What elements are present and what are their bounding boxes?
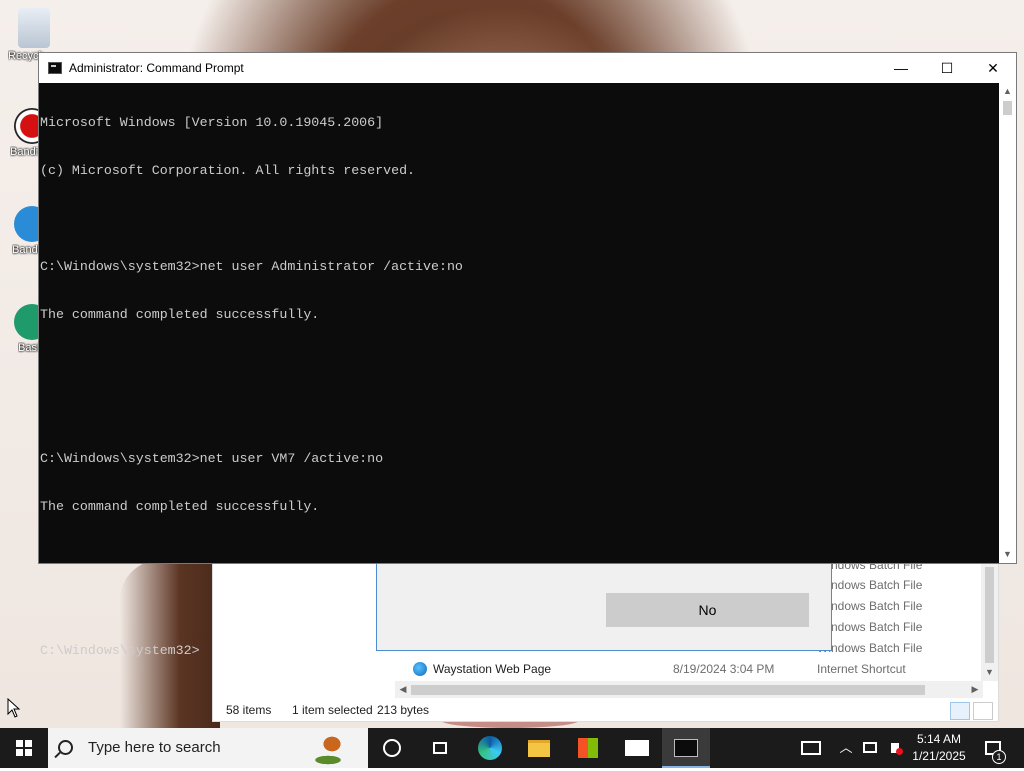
- console-line: Microsoft Windows [Version 10.0.19045.20…: [40, 115, 384, 130]
- details-view-icon[interactable]: [950, 702, 970, 720]
- clock-date: 1/21/2025: [912, 749, 966, 763]
- console-prompt: C:\Windows\system32>: [40, 643, 200, 658]
- search-highlight-squirrel-icon: [292, 730, 364, 766]
- desktop-icon-bandicut[interactable]: Bandicut: [0, 206, 50, 256]
- recycle-bin-icon: [18, 8, 50, 48]
- status-item-count: 58 items: [226, 703, 272, 717]
- cmd-app-icon: [48, 62, 62, 74]
- file-explorer-button[interactable]: [515, 728, 563, 768]
- clock-time: 5:14 AM: [916, 732, 962, 746]
- scroll-down-arrow-icon[interactable]: ▼: [999, 546, 1016, 563]
- console-line: The command completed successfully.: [40, 499, 320, 514]
- notification-center-button[interactable]: 1: [978, 728, 1008, 768]
- show-hidden-icons-button[interactable]: ︿: [836, 728, 856, 768]
- file-explorer-icon: [528, 739, 550, 757]
- console-line: (c) Microsoft Corporation. All rights re…: [40, 163, 416, 178]
- cmd-icon: [674, 739, 698, 757]
- desktop-icon-basic[interactable]: Basic: [0, 304, 50, 354]
- edge-button[interactable]: [466, 728, 514, 768]
- scroll-up-arrow-icon[interactable]: ▲: [999, 83, 1016, 100]
- mail-button[interactable]: [613, 728, 661, 768]
- close-button[interactable]: ✕: [970, 53, 1016, 83]
- network-button[interactable]: [860, 728, 880, 768]
- store-button[interactable]: [564, 728, 612, 768]
- status-selection: 1 item selected: [292, 703, 373, 717]
- mouse-cursor-icon: [7, 698, 21, 718]
- chevron-up-icon: ︿: [839, 740, 853, 755]
- mail-icon: [625, 740, 649, 756]
- edge-icon: [478, 736, 502, 760]
- task-view-button[interactable]: [416, 728, 464, 768]
- start-button[interactable]: [0, 728, 48, 768]
- taskbar: Type here to search ︿ 5:14 AM 1/21/2025 …: [0, 728, 1024, 768]
- maximize-icon: ☐: [940, 60, 954, 76]
- minimize-button[interactable]: —: [878, 53, 924, 83]
- console-output[interactable]: Microsoft Windows [Version 10.0.19045.20…: [39, 83, 1000, 658]
- notification-count-badge: 1: [992, 750, 1006, 764]
- large-icons-view-icon[interactable]: [973, 702, 993, 720]
- search-placeholder: Type here to search: [88, 739, 221, 756]
- desktop-icon-label: Bandicut: [12, 244, 38, 256]
- desktop-icon-label: Basic: [18, 342, 38, 354]
- volume-button[interactable]: [884, 728, 906, 768]
- store-icon: [578, 738, 598, 758]
- task-view-icon: [433, 742, 447, 754]
- system-clock[interactable]: 5:14 AM 1/21/2025: [906, 731, 972, 765]
- command-prompt-window: Administrator: Command Prompt — ☐ ✕ Micr…: [38, 52, 1017, 658]
- search-box[interactable]: Type here to search: [48, 728, 368, 768]
- status-bar: 58 items 1 item selected 213 bytes: [213, 700, 998, 720]
- desktop-icon-label: Bandicam: [10, 146, 38, 158]
- cmd-taskbar-button[interactable]: [662, 728, 710, 768]
- console-scrollbar[interactable]: ▲ ▼: [999, 83, 1016, 563]
- console-line: C:\Windows\system32>net user VM7 /active…: [40, 451, 384, 466]
- cortana-button[interactable]: [368, 728, 416, 768]
- news-icon: [801, 741, 821, 755]
- close-icon: ✕: [987, 60, 999, 76]
- news-widget-button[interactable]: [796, 728, 826, 768]
- console-line: C:\Windows\system32>net user Administrat…: [40, 259, 463, 274]
- network-icon: [863, 742, 877, 753]
- desktop-icon-bandicam[interactable]: Bandicam: [0, 108, 50, 158]
- window-title: Administrator: Command Prompt: [69, 61, 244, 75]
- mute-badge-icon: [896, 748, 903, 755]
- status-size: 213 bytes: [377, 703, 430, 717]
- maximize-button[interactable]: ☐: [924, 53, 970, 83]
- minimize-icon: —: [894, 60, 908, 76]
- scrollbar-thumb[interactable]: [1003, 101, 1012, 115]
- console-line: The command completed successfully.: [40, 307, 320, 322]
- cortana-icon: [383, 739, 401, 757]
- title-bar[interactable]: Administrator: Command Prompt — ☐ ✕: [39, 53, 1016, 83]
- windows-logo-icon: [16, 740, 32, 756]
- search-icon: [58, 740, 73, 755]
